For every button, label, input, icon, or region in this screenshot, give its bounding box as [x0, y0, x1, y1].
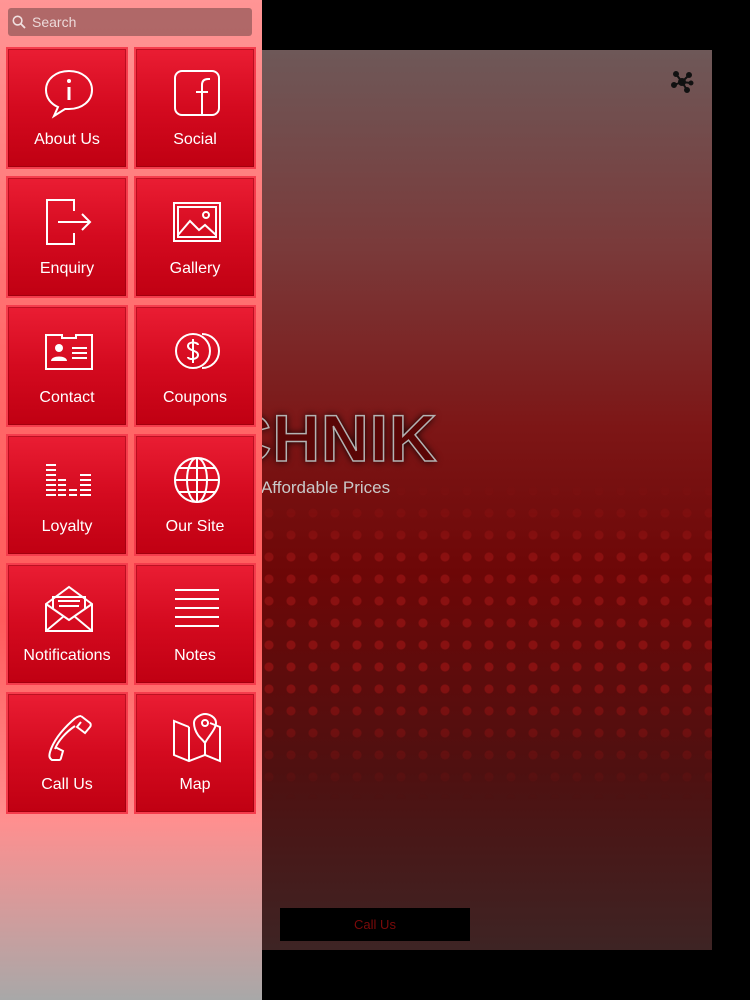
- dollar-coins-icon: [172, 326, 222, 376]
- menu-tile-map[interactable]: Map: [134, 692, 256, 814]
- notes-lines-icon: [172, 584, 222, 634]
- search-icon: [12, 15, 26, 29]
- menu-tile-notes[interactable]: Notes: [134, 563, 256, 685]
- info-speech-bubble-icon: [44, 68, 94, 119]
- menu-tile-label: About Us: [34, 131, 100, 148]
- menu-grid: About Us Social Enquiry Gallery Contact …: [6, 47, 256, 814]
- menu-tile-social[interactable]: Social: [134, 47, 256, 169]
- side-drawer: About Us Social Enquiry: [0, 0, 262, 1000]
- menu-tile-gallery[interactable]: Gallery: [134, 176, 256, 298]
- envelope-icon: [44, 584, 94, 634]
- share-network-icon[interactable]: [670, 70, 694, 94]
- menu-tile-label: Call Us: [41, 776, 93, 793]
- menu-tile-label: Contact: [39, 389, 95, 406]
- exit-arrow-icon: [44, 197, 94, 247]
- search-input[interactable]: [30, 13, 244, 31]
- menu-tile-notifications[interactable]: Notifications: [6, 563, 128, 685]
- phone-icon: [44, 713, 94, 763]
- menu-tile-label: Coupons: [162, 389, 228, 406]
- menu-tile-label: Notes: [174, 647, 216, 664]
- contact-card-icon: [44, 326, 94, 376]
- menu-tile-coupons[interactable]: Coupons: [134, 305, 256, 427]
- menu-tile-contact[interactable]: Contact: [6, 305, 128, 427]
- menu-tile-label: Enquiry: [39, 260, 95, 277]
- facebook-icon: [172, 68, 222, 118]
- call-us-button[interactable]: Call Us: [280, 908, 470, 941]
- menu-tile-loyalty[interactable]: Loyalty: [6, 434, 128, 556]
- search-bar[interactable]: [8, 8, 252, 36]
- menu-tile-our-site[interactable]: Our Site: [134, 434, 256, 556]
- menu-tile-about-us[interactable]: About Us: [6, 47, 128, 169]
- menu-tile-label: Loyalty: [41, 518, 93, 535]
- menu-tile-label: Map: [179, 776, 211, 793]
- menu-tile-enquiry[interactable]: Enquiry: [6, 176, 128, 298]
- brand-tagline: at Affordable Prices: [243, 478, 391, 497]
- loyalty-bars-icon: [44, 455, 94, 505]
- picture-icon: [172, 197, 222, 247]
- menu-tile-call-us[interactable]: Call Us: [6, 692, 128, 814]
- menu-tile-label: Social: [173, 131, 217, 148]
- map-pin-icon: [172, 712, 222, 763]
- menu-tile-label: Notifications: [23, 647, 111, 664]
- menu-tile-label: Gallery: [169, 260, 221, 277]
- menu-tile-label: Our Site: [165, 518, 225, 535]
- globe-icon: [172, 455, 222, 505]
